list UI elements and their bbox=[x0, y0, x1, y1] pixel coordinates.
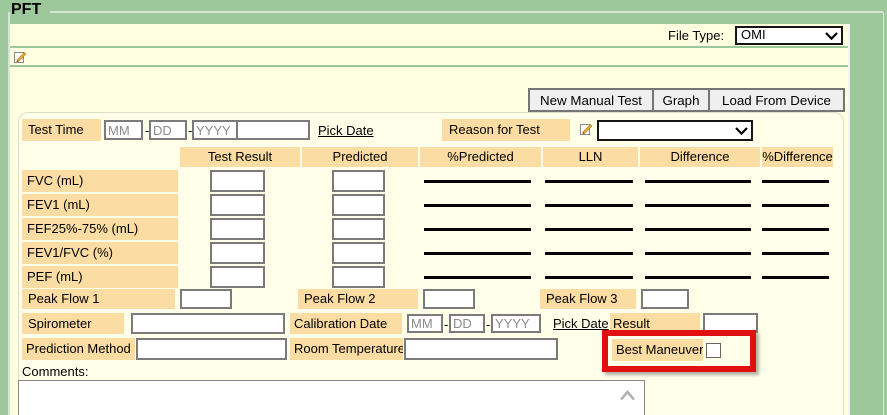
new-manual-test-button[interactable]: New Manual Test bbox=[528, 88, 654, 112]
fef-test-result-input[interactable] bbox=[210, 218, 265, 240]
row-label-fev1: FEV1 (mL) bbox=[22, 194, 178, 216]
room-temperature-input[interactable] bbox=[404, 338, 558, 360]
test-time-day-input[interactable] bbox=[149, 120, 187, 140]
fev1-fvc-test-result-input[interactable] bbox=[210, 242, 265, 264]
pef-difference-blank bbox=[645, 276, 751, 279]
fvc-predicted-input[interactable] bbox=[332, 170, 385, 192]
fvc-test-result-input[interactable] bbox=[210, 170, 265, 192]
test-time-label: Test Time bbox=[22, 119, 101, 141]
header-pct-predicted: %Predicted bbox=[420, 147, 541, 167]
comments-textarea[interactable] bbox=[18, 380, 645, 415]
fev1-difference-blank bbox=[645, 204, 751, 207]
header-lln: LLN bbox=[543, 147, 638, 167]
date-separator: - bbox=[486, 315, 490, 335]
calibration-pick-date-link[interactable]: Pick Date bbox=[553, 316, 609, 331]
header-test-result: Test Result bbox=[180, 147, 300, 167]
chevron-down-icon bbox=[825, 32, 838, 40]
pef-test-result-input[interactable] bbox=[210, 266, 265, 288]
peak-flow-2-input[interactable] bbox=[423, 289, 475, 309]
calibration-date-label: Calibration Date bbox=[290, 313, 402, 334]
fef-difference-blank bbox=[645, 228, 751, 231]
pef-pct-predicted-blank bbox=[424, 276, 531, 279]
pft-page: PFT File Type: OMI New Manual Test Graph… bbox=[0, 0, 887, 415]
test-time-month-input[interactable] bbox=[104, 120, 143, 140]
peak-flow-2-label: Peak Flow 2 bbox=[298, 289, 418, 309]
fev1-lln-blank bbox=[545, 204, 633, 207]
row-label-fef: FEF25%-75% (mL) bbox=[22, 218, 178, 240]
fef-pct-difference-blank bbox=[762, 228, 829, 231]
test-time-year-input[interactable] bbox=[192, 120, 238, 140]
edit-note-icon[interactable] bbox=[14, 50, 27, 63]
fev1-fvc-predicted-input[interactable] bbox=[332, 242, 385, 264]
peak-flow-3-input[interactable] bbox=[641, 289, 689, 309]
right-edge-line bbox=[848, 24, 850, 415]
fev1-predicted-input[interactable] bbox=[332, 194, 385, 216]
peak-flow-1-input[interactable] bbox=[180, 289, 232, 309]
load-from-device-button[interactable]: Load From Device bbox=[708, 88, 845, 112]
calibration-year-input[interactable] bbox=[491, 314, 541, 333]
fvc-difference-blank bbox=[645, 180, 751, 183]
scroll-up-icon[interactable] bbox=[619, 390, 636, 401]
room-temperature-label: Room Temperature bbox=[290, 338, 403, 360]
fieldset-right-border bbox=[883, 12, 884, 415]
fev1-pct-predicted-blank bbox=[424, 204, 531, 207]
fvc-pct-difference-blank bbox=[762, 180, 829, 183]
graph-button[interactable]: Graph bbox=[652, 88, 710, 112]
comments-label: Comments: bbox=[22, 364, 88, 379]
reason-for-test-select[interactable] bbox=[597, 120, 753, 141]
row-label-pef: PEF (mL) bbox=[22, 266, 178, 288]
prediction-method-input[interactable] bbox=[136, 338, 287, 360]
reason-for-test-label: Reason for Test bbox=[442, 119, 570, 141]
fvc-pct-predicted-blank bbox=[424, 180, 531, 183]
row-label-fev1-fvc: FEV1/FVC (%) bbox=[22, 242, 178, 264]
fev1-pct-difference-blank bbox=[762, 204, 829, 207]
page-title: PFT bbox=[11, 1, 41, 19]
file-type-label: File Type: bbox=[668, 28, 724, 43]
fvc-lln-blank bbox=[545, 180, 633, 183]
fev1-fvc-pct-predicted-blank bbox=[424, 252, 531, 255]
fef-pct-predicted-blank bbox=[424, 228, 531, 231]
header-difference: Difference bbox=[640, 147, 760, 167]
header-predicted: Predicted bbox=[302, 147, 418, 167]
pef-pct-difference-blank bbox=[762, 276, 829, 279]
reason-edit-icon[interactable] bbox=[580, 122, 593, 135]
edit-band bbox=[10, 48, 848, 65]
fev1-fvc-lln-blank bbox=[545, 252, 633, 255]
pef-lln-blank bbox=[545, 276, 633, 279]
date-separator: - bbox=[444, 315, 448, 335]
calibration-day-input[interactable] bbox=[449, 314, 485, 333]
file-type-selected-value: OMI bbox=[741, 27, 766, 42]
spirometer-label: Spirometer bbox=[22, 313, 124, 334]
row-label-fvc: FVC (mL) bbox=[22, 170, 178, 192]
peak-flow-1-label: Peak Flow 1 bbox=[22, 289, 175, 309]
red-highlight-annotation bbox=[602, 330, 756, 372]
peak-flow-3-label: Peak Flow 3 bbox=[540, 289, 636, 309]
prediction-method-label: Prediction Method bbox=[22, 338, 135, 360]
chevron-down-icon bbox=[735, 127, 748, 135]
fev1-test-result-input[interactable] bbox=[210, 194, 265, 216]
spirometer-input[interactable] bbox=[131, 313, 285, 334]
fef-predicted-input[interactable] bbox=[332, 218, 385, 240]
fev1-fvc-difference-blank bbox=[645, 252, 751, 255]
test-time-time-input[interactable] bbox=[236, 120, 310, 140]
file-type-select[interactable]: OMI bbox=[735, 26, 843, 45]
pef-predicted-input[interactable] bbox=[332, 266, 385, 288]
header-pct-difference: %Difference bbox=[762, 147, 833, 167]
test-time-pick-date-link[interactable]: Pick Date bbox=[318, 123, 374, 138]
fieldset-top-border bbox=[50, 11, 883, 13]
fev1-fvc-pct-difference-blank bbox=[762, 252, 829, 255]
calibration-month-input[interactable] bbox=[407, 314, 443, 333]
fef-lln-blank bbox=[545, 228, 633, 231]
